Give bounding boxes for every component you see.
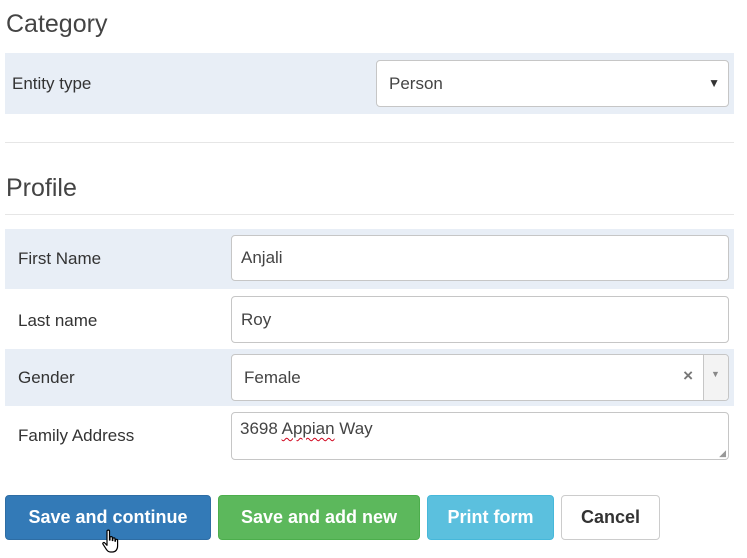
caret-down-icon: ▼ [711,369,720,379]
entity-type-value: Person [389,73,443,93]
hand-pointer-icon [102,529,119,553]
first-name-input[interactable]: Anjali [231,235,729,281]
family-address-label: Family Address [18,426,135,445]
address-suffix: Way [339,419,373,438]
profile-heading: Profile [6,174,77,202]
gender-label: Gender [18,368,75,387]
last-name-row: Last name Roy [5,289,734,349]
caret-down-icon: ▼ [708,76,720,90]
save-and-add-new-button[interactable]: Save and add new [218,495,420,540]
entity-type-label: Entity type [12,74,92,93]
first-name-label: First Name [18,249,102,268]
family-address-textarea[interactable]: 3698 Appian Way ◢ [231,412,729,460]
last-name-input[interactable]: Roy [231,296,729,343]
category-heading: Category [6,10,108,38]
gender-row: Gender Female × ▼ [5,349,734,406]
entity-type-row: Entity type Person ▼ [5,53,734,114]
resize-handle-icon[interactable]: ◢ [719,449,726,458]
profile-divider [5,214,734,215]
section-divider [5,142,734,143]
first-name-value: Anjali [241,248,283,267]
clear-x-icon[interactable]: × [683,366,693,386]
family-address-row: Family Address 3698 Appian Way ◢ [5,406,734,468]
gender-dropdown-toggle[interactable]: ▼ [703,355,728,400]
print-form-button[interactable]: Print form [427,495,554,540]
gender-select[interactable]: Female × ▼ [231,354,729,401]
last-name-label: Last name [18,311,98,330]
entity-type-select[interactable]: Person ▼ [376,60,729,107]
address-number: 3698 [240,419,278,438]
address-street: Appian [281,419,335,438]
family-address-value: 3698 Appian Way [240,419,373,439]
last-name-value: Roy [241,309,272,329]
cancel-button[interactable]: Cancel [561,495,660,540]
first-name-row: First Name Anjali [5,229,734,289]
gender-value: Female [244,367,301,387]
